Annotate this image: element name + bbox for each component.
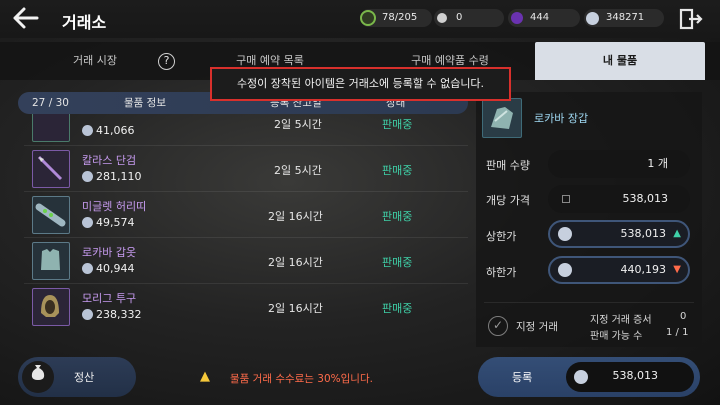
- min-price-value: 440,193: [620, 263, 667, 276]
- page-title: 거래소: [62, 13, 107, 32]
- settle-label: 정산: [74, 371, 95, 384]
- help-icon[interactable]: ?: [158, 53, 175, 70]
- register-button[interactable]: 등록 538,013: [478, 357, 700, 397]
- column-item-info: 물품 정보: [124, 97, 166, 109]
- item-price: 40,944: [96, 262, 135, 275]
- item-time: 2일 5시간: [274, 164, 322, 177]
- armor-icon: [32, 242, 70, 280]
- item-list[interactable]: 41,066 2일 5시간 판매중 칼라스 단검 281,110 2일 5시간 …: [24, 114, 468, 334]
- item-status: 판매중: [382, 256, 413, 269]
- min-price-field[interactable]: 440,193 ▼: [548, 256, 690, 284]
- qty-label: 판매 수량: [486, 159, 530, 172]
- resource-energy-value: 78/205: [382, 12, 418, 23]
- tab-market[interactable]: 거래 시장: [40, 42, 150, 80]
- fee-text: 물품 거래 수수료는 30%입니다.: [230, 373, 373, 385]
- silver-coin-icon: [82, 217, 93, 228]
- resource-silver: 348271: [584, 9, 664, 27]
- qty-value: 1 개: [647, 157, 668, 170]
- silver-coin-icon: [82, 263, 93, 274]
- error-toast: 수정이 장착된 아이템은 거래소에 등록할 수 없습니다.: [210, 67, 511, 101]
- qty-field[interactable]: 1 개: [548, 150, 690, 178]
- unit-price-value: 538,013: [622, 192, 669, 205]
- table-row[interactable]: 미글렛 허리띠 49,574 2일 16시간 판매중: [24, 192, 468, 238]
- item-status: 판매중: [382, 118, 413, 131]
- silver-coin-icon: [82, 171, 93, 182]
- cert-value: 0: [680, 311, 687, 322]
- item-name: 미글렛 허리띠: [82, 200, 147, 213]
- item-status: 판매중: [382, 210, 413, 223]
- money-bag-icon: [22, 361, 54, 393]
- table-row[interactable]: 칼라스 단검 281,110 2일 5시간 판매중: [24, 146, 468, 192]
- designated-trade-label: 지정 거래: [516, 321, 558, 333]
- item-price: 238,332: [96, 308, 142, 321]
- table-row[interactable]: 모리그 투구 238,332 2일 16시간 판매중: [24, 284, 468, 330]
- register-price-box: 538,013: [566, 362, 694, 392]
- resource-silver-value: 348271: [606, 12, 645, 23]
- item-name: 칼라스 단검: [82, 154, 137, 167]
- resource-pearl: 0: [434, 9, 504, 27]
- item-time: 2일 5시간: [274, 118, 322, 131]
- settle-button[interactable]: 정산: [18, 357, 136, 397]
- designated-trade-checkbox[interactable]: ✓: [488, 316, 508, 336]
- silver-coin-icon: [558, 227, 572, 241]
- item-time: 2일 16시간: [268, 302, 323, 315]
- item-time: 2일 16시간: [268, 256, 323, 269]
- silver-coin-icon: [586, 12, 599, 25]
- min-price-label: 하한가: [486, 266, 517, 279]
- item-status: 판매중: [382, 302, 413, 315]
- gauntlet-icon: [482, 98, 522, 138]
- list-count: 27 / 30: [32, 97, 69, 109]
- max-price-value: 538,013: [620, 227, 667, 240]
- table-row[interactable]: 로카바 갑옷 40,944 2일 16시간 판매중: [24, 238, 468, 284]
- item-price: 49,574: [96, 216, 135, 229]
- exit-icon[interactable]: [679, 8, 703, 30]
- item-time: 2일 16시간: [268, 210, 323, 223]
- warning-icon: ▲: [200, 369, 210, 384]
- register-price-value: 538,013: [612, 369, 659, 382]
- resource-pearl-value: 0: [456, 12, 463, 23]
- silver-coin-icon: [574, 370, 588, 384]
- belt-icon: [32, 196, 70, 234]
- unit-price-label: 개당 가격: [486, 194, 530, 207]
- energy-icon: [360, 10, 376, 26]
- unit-price-field: 538,013: [548, 185, 690, 213]
- silver-coin-icon: [82, 125, 93, 136]
- table-row[interactable]: 41,066 2일 5시간 판매중: [24, 114, 468, 146]
- item-price: 281,110: [96, 170, 142, 183]
- tab-my-items[interactable]: 내 물품: [535, 42, 705, 80]
- resource-orb-value: 444: [530, 12, 550, 23]
- back-arrow-icon[interactable]: [12, 6, 42, 32]
- pearl-icon: [437, 13, 447, 23]
- max-price-field[interactable]: 538,013 ▲: [548, 220, 690, 248]
- item-name: 모리그 투구: [82, 292, 137, 305]
- item-detail-panel: +4 로카바 장갑 판매 수량 1 개 개당 가격 538,013 상한가 53…: [476, 92, 702, 347]
- register-label: 등록: [512, 371, 533, 384]
- item-name: 로카바 갑옷: [82, 246, 137, 259]
- top-bar: 거래소 78/205 0 444 348271: [0, 0, 720, 38]
- avail-label: 판매 가능 수: [590, 331, 643, 342]
- helmet-icon: [32, 288, 70, 326]
- resource-energy: 78/205: [360, 9, 432, 27]
- orb-icon: [511, 12, 523, 24]
- arrow-up-icon: ▲: [673, 228, 681, 239]
- avail-value: 1 / 1: [666, 327, 689, 338]
- dagger-icon: [32, 150, 70, 188]
- resource-orb: 444: [508, 9, 580, 27]
- item-thumbnail: [32, 114, 70, 142]
- silver-coin-icon: [558, 263, 572, 277]
- cert-label: 지정 거래 증서: [590, 315, 652, 326]
- item-status: 판매중: [382, 164, 413, 177]
- arrow-down-icon: ▼: [673, 264, 681, 275]
- item-price: 41,066: [96, 124, 135, 137]
- divider: [484, 302, 694, 303]
- grid-icon: [562, 195, 570, 203]
- max-price-label: 상한가: [486, 230, 517, 243]
- silver-coin-icon: [82, 309, 93, 320]
- selected-item-name: 로카바 장갑: [534, 112, 589, 125]
